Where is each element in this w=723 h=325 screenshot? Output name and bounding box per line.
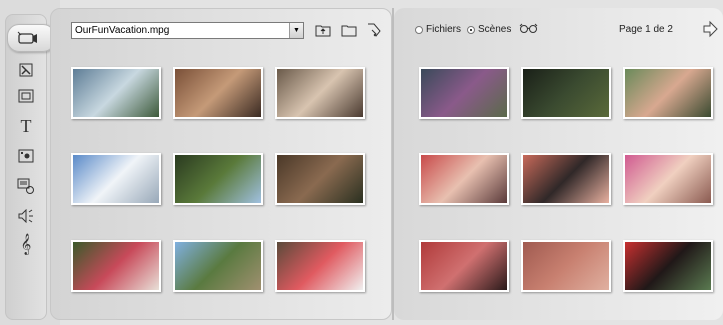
clip-thumbnail-image <box>175 242 261 290</box>
title-tool-glyph: T <box>20 115 32 136</box>
scene-thumbnail[interactable] <box>419 240 509 292</box>
disc-menu-tool-icon[interactable] <box>9 174 43 198</box>
scene-thumbnail-image <box>523 242 609 290</box>
clip-thumbnail[interactable] <box>173 240 263 292</box>
sound-effects-tool-icon[interactable] <box>9 204 43 228</box>
folder-up-icon[interactable] <box>313 20 333 40</box>
scene-thumbnail[interactable] <box>419 67 509 119</box>
glasses-icon[interactable] <box>519 23 539 36</box>
clip-thumbnail-image <box>73 69 159 117</box>
file-name: OurFunVacation.mpg <box>75 25 170 36</box>
clip-thumbnail[interactable] <box>275 153 365 205</box>
scene-thumbnail[interactable] <box>623 153 713 205</box>
music-tool-icon[interactable]: 𝄞 <box>9 232 43 256</box>
folder-icon[interactable] <box>339 20 359 40</box>
scene-thumbnail[interactable] <box>623 240 713 292</box>
treble-clef-glyph: 𝄞 <box>20 233 32 254</box>
clip-thumbnail[interactable] <box>71 240 161 292</box>
scene-thumbnail-image <box>625 155 711 203</box>
file-dropdown[interactable]: OurFunVacation.mpg ▼ <box>71 22 304 39</box>
clip-thumbnail-image <box>277 69 363 117</box>
radio-files-label[interactable]: Fichiers <box>426 24 461 35</box>
clip-thumbnail-image <box>277 155 363 203</box>
scene-thumbnail[interactable] <box>419 153 509 205</box>
view-mode-radios: Fichiers Scènes <box>415 23 539 36</box>
clip-thumbnail-image <box>175 155 261 203</box>
scene-thumbnail[interactable] <box>623 67 713 119</box>
title-tool-icon[interactable]: T <box>9 114 43 138</box>
clip-thumbnail[interactable] <box>173 153 263 205</box>
panel-divider <box>392 8 394 320</box>
clip-thumbnail[interactable] <box>173 67 263 119</box>
transition-tool-icon[interactable] <box>9 58 43 82</box>
scene-thumbnail-image <box>421 155 507 203</box>
scene-thumbnail[interactable] <box>521 67 611 119</box>
page-indicator: Page 1 de 2 <box>619 24 673 35</box>
scene-thumbnail-image <box>625 242 711 290</box>
clip-thumbnail[interactable] <box>71 153 161 205</box>
scene-thumbnail[interactable] <box>521 153 611 205</box>
scene-thumbnail-image <box>421 69 507 117</box>
clip-thumbnail-image <box>277 242 363 290</box>
scene-thumbnail-image <box>625 69 711 117</box>
scene-thumbnail[interactable] <box>521 240 611 292</box>
radio-scenes[interactable] <box>467 25 476 34</box>
clip-thumbnail-image <box>73 242 159 290</box>
clip-thumbnail[interactable] <box>275 67 365 119</box>
chevron-down-icon[interactable]: ▼ <box>289 23 303 38</box>
photo-tool-icon[interactable] <box>9 144 43 168</box>
video-tool-icon[interactable] <box>7 24 55 52</box>
scene-thumbnail-image <box>421 242 507 290</box>
next-page-arrow-icon[interactable] <box>702 20 718 38</box>
scene-thumbnail-image <box>523 69 609 117</box>
radio-files[interactable] <box>415 25 423 34</box>
scene-thumbnail-image <box>523 155 609 203</box>
clip-thumbnail-image <box>73 155 159 203</box>
theme-tool-icon[interactable] <box>9 84 43 108</box>
clip-thumbnail[interactable] <box>71 67 161 119</box>
media-browser: T 𝄞 OurFunVacation.mpg ▼ Fichiers Scènes… <box>0 0 723 325</box>
clip-thumbnail-image <box>175 69 261 117</box>
radio-scenes-label[interactable]: Scènes <box>478 24 511 35</box>
clip-thumbnail[interactable] <box>275 240 365 292</box>
down-arrow-icon[interactable] <box>364 20 384 40</box>
